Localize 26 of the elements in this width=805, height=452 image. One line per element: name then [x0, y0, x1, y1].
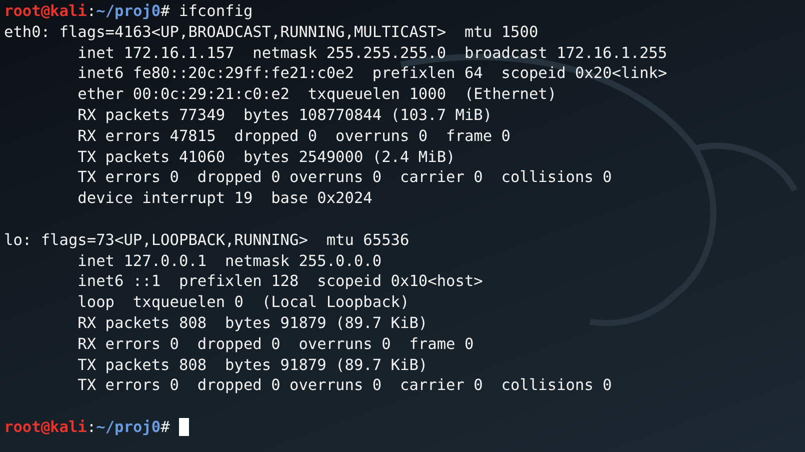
interface-detail: RX errors 47815 dropped 0 overruns 0 frame 0 — [78, 126, 511, 147]
prompt-path: ~/proj0 — [96, 1, 161, 22]
prompt-symbol: # — [160, 1, 170, 22]
interface-header: eth0: flags=4163<UP,BROADCAST,RUNNING,MULTICAST> mtu 1500 — [4, 22, 538, 43]
interface-detail: TX packets 41060 bytes 2549000 (2.4 MiB) — [78, 146, 456, 168]
prompt-user-host: root@kali — [4, 1, 87, 22]
interface-header: lo: flags=73<UP,LOOPBACK,RUNNING> mtu 65536 — [4, 230, 410, 251]
prompt-user-host: root@kali — [4, 416, 87, 438]
interface-detail: inet6 fe80::20c:29ff:fe21:c0e2 prefixlen 64 scopeid 0x20<link> — [78, 63, 668, 84]
prompt-separator: : — [86, 1, 96, 22]
interface-detail: TX errors 0 dropped 0 overruns 0 carrier 0 collisions 0 — [78, 167, 612, 188]
prompt-separator: : — [86, 416, 96, 438]
interface-detail: RX packets 77349 bytes 108770844 (103.7 MiB) — [78, 104, 492, 126]
interface-detail: inet6 ::1 prefixlen 128 scopeid 0x10<host> — [78, 271, 483, 292]
interface-detail: inet 127.0.0.1 netmask 255.0.0.0 — [78, 250, 382, 272]
prompt-path: ~/proj0 — [96, 416, 161, 438]
command-text: ifconfig — [179, 1, 253, 22]
interface-detail: inet 172.16.1.157 netmask 255.255.255.0 broadcast 172.16.1.255 — [78, 42, 668, 64]
interface-detail: device interrupt 19 base 0x2024 — [78, 188, 372, 209]
interface-detail: RX packets 808 bytes 91879 (89.7 KiB) — [78, 312, 428, 334]
interface-detail: TX packets 808 bytes 91879 (89.7 KiB) — [78, 354, 428, 376]
interface-detail: loop txqueuelen 0 (Local Loopback) — [78, 292, 410, 313]
prompt-symbol: # — [160, 416, 170, 438]
interface-detail: RX errors 0 dropped 0 overruns 0 frame 0 — [78, 334, 474, 355]
interface-detail: TX errors 0 dropped 0 overruns 0 carrier 0 collisions 0 — [78, 375, 612, 396]
interface-detail: ether 00:0c:29:21:c0:e2 txqueuelen 1000 (Ethernet) — [78, 84, 557, 105]
